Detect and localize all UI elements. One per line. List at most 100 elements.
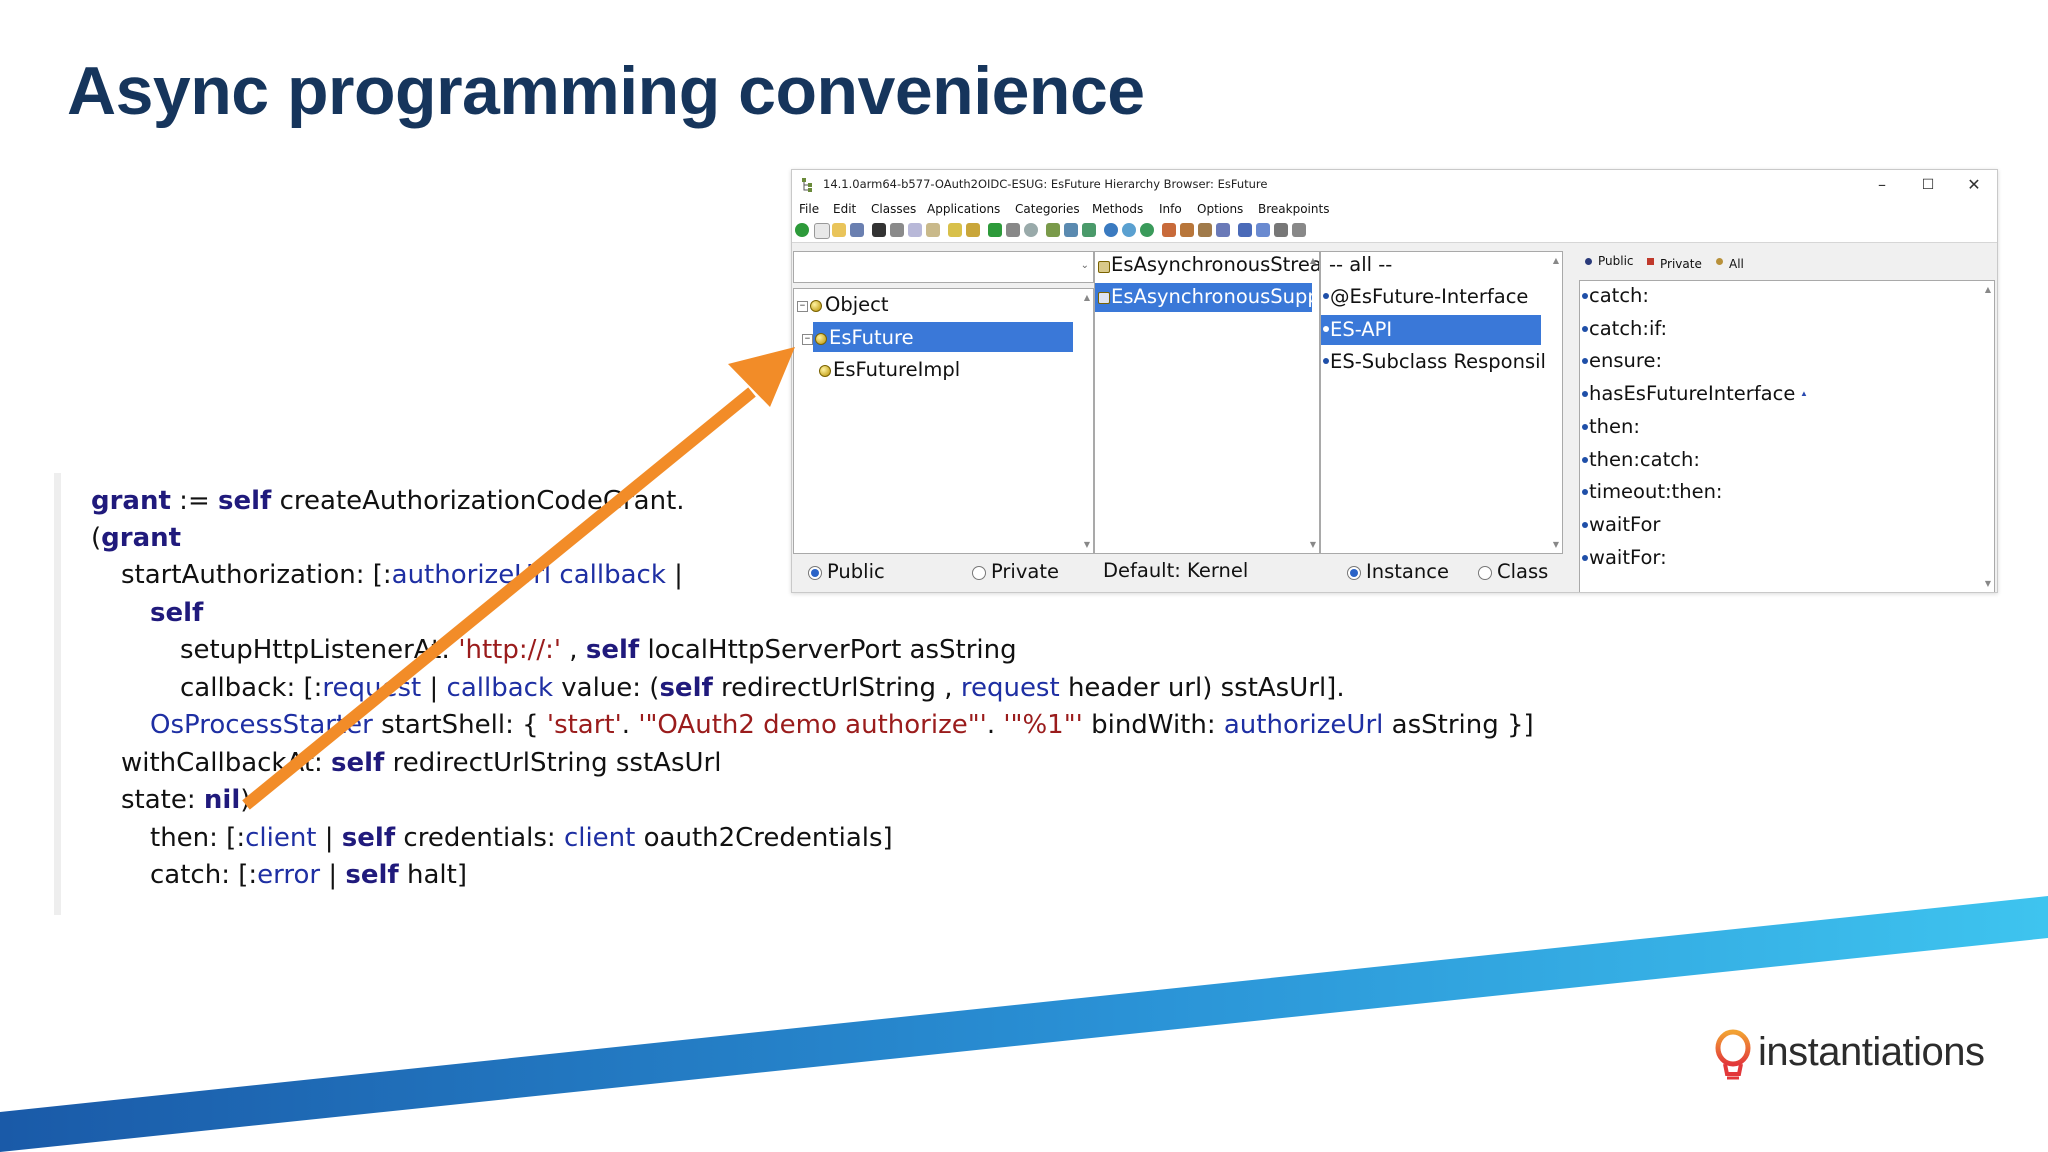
menu-breakpoints[interactable]: Breakpoints	[1258, 202, 1329, 216]
radio-public-label: Public	[827, 560, 885, 583]
cut-icon[interactable]	[890, 223, 904, 237]
run-icon[interactable]	[795, 223, 809, 237]
app-footer-label: Default: Kernel	[1103, 559, 1249, 582]
scroll-up-icon[interactable]: ▲	[1084, 293, 1090, 302]
maximize-button[interactable]: ☐	[1905, 170, 1951, 200]
code-token: |	[320, 860, 346, 890]
hierarchy-browser-window[interactable]: 14.1.0arm64-b577-OAuth2OIDC-ESUG: EsFutu…	[791, 169, 1998, 593]
references-icon[interactable]	[1082, 223, 1096, 237]
method-item[interactable]: then:catch:	[1589, 448, 1700, 471]
code-token: asString }]	[1383, 710, 1534, 740]
category-item-all[interactable]: -- all --	[1329, 253, 1392, 276]
tab-all[interactable]: All	[1729, 257, 1744, 271]
code-token: |	[665, 560, 683, 590]
method-item[interactable]: then:	[1589, 415, 1640, 438]
new-icon[interactable]	[814, 223, 830, 239]
code-token: :=	[170, 486, 218, 516]
radio-public[interactable]	[808, 566, 822, 580]
font-icon[interactable]	[1238, 223, 1252, 237]
menu-edit[interactable]: Edit	[833, 202, 856, 216]
method-item[interactable]: catch:if:	[1589, 317, 1667, 340]
scroll-down-icon[interactable]: ▼	[1985, 579, 1991, 588]
code-token: value: (	[553, 673, 660, 703]
save-icon[interactable]	[850, 223, 864, 237]
method-item[interactable]: catch:	[1589, 284, 1649, 307]
method-item[interactable]: ensure:	[1589, 349, 1662, 372]
code-token: '"OAuth2 demo authorize"'	[638, 710, 987, 740]
refresh-icon[interactable]	[1140, 223, 1154, 237]
hierarchy-icon[interactable]	[1064, 223, 1078, 237]
paste-icon[interactable]	[926, 223, 940, 237]
users-icon[interactable]	[1274, 223, 1288, 237]
code-token: .	[986, 710, 1004, 740]
open-folder-icon[interactable]	[832, 223, 846, 237]
inspect-icon[interactable]	[1122, 223, 1136, 237]
collapse-icon[interactable]: −	[797, 301, 808, 312]
menu-methods[interactable]: Methods	[1092, 202, 1143, 216]
copy-icon[interactable]	[908, 223, 922, 237]
hierarchy-browser-icon	[802, 178, 812, 192]
search-icon[interactable]	[1024, 223, 1038, 237]
menu-classes[interactable]: Classes	[871, 202, 916, 216]
minimize-button[interactable]: –	[1859, 170, 1905, 200]
method-item[interactable]: waitFor:	[1589, 546, 1667, 569]
scroll-up-icon[interactable]: ▲	[1553, 256, 1559, 265]
category-item-interface[interactable]: @EsFuture-Interface	[1330, 285, 1528, 308]
category-item-es-api[interactable]: ES-API	[1330, 318, 1392, 341]
class-item-object[interactable]: Object	[825, 293, 889, 316]
method-list[interactable]: catch: catch:if: ensure: hasEsFutureInterfa…	[1579, 280, 1995, 592]
class-filter-combo[interactable]: ⌄	[793, 251, 1094, 283]
category-icon[interactable]	[1198, 223, 1212, 237]
category-list[interactable]: -- all -- @EsFuture-Interface ES-API ES-…	[1320, 251, 1563, 554]
radio-private[interactable]	[972, 566, 986, 580]
format-icon[interactable]	[1256, 223, 1270, 237]
goto-icon[interactable]	[1006, 223, 1020, 237]
tab-private[interactable]: Private	[1660, 257, 1702, 271]
scroll-up-icon[interactable]: ▲	[1985, 285, 1991, 294]
class-icon[interactable]	[1162, 223, 1176, 237]
class-item-esfuture[interactable]: EsFuture	[829, 326, 914, 349]
method-item[interactable]: waitFor	[1589, 513, 1660, 536]
application-icon[interactable]	[1216, 223, 1230, 237]
class-item-esfutureimpl[interactable]: EsFutureImpl	[833, 358, 960, 381]
code-line: grant := self createAuthorizationCodeGra…	[91, 484, 685, 518]
print-icon[interactable]	[872, 223, 886, 237]
menu-file[interactable]: File	[799, 202, 819, 216]
app-item-esasynchronousstrea[interactable]: EsAsynchronousStrea	[1111, 253, 1319, 276]
execute-icon[interactable]	[988, 223, 1002, 237]
method-icon[interactable]	[1180, 223, 1194, 237]
radio-instance[interactable]	[1347, 566, 1361, 580]
code-token: oauth2Credentials]	[635, 823, 893, 853]
app-item-esasynchronoussupp[interactable]: EsAsynchronousSupp	[1111, 285, 1319, 308]
scroll-up-icon[interactable]: ▲	[1310, 256, 1316, 265]
group-icon[interactable]	[1292, 223, 1306, 237]
method-item[interactable]: timeout:then:	[1589, 480, 1723, 503]
code-token: withCallbackAt:	[121, 748, 332, 778]
tab-public[interactable]: Public	[1598, 254, 1634, 268]
scroll-down-icon[interactable]: ▼	[1310, 540, 1316, 549]
undo-icon[interactable]	[948, 223, 962, 237]
window-titlebar[interactable]: 14.1.0arm64-b577-OAuth2OIDC-ESUG: EsFutu…	[792, 170, 1997, 200]
chevron-down-icon[interactable]: ⌄	[1081, 260, 1089, 271]
code-token: redirectUrlString ,	[712, 673, 961, 703]
application-list[interactable]: EsAsynchronousStrea EsAsynchronousSupp ▲…	[1094, 251, 1320, 554]
code-token: header url) sstAsUrl].	[1059, 673, 1345, 703]
scroll-down-icon[interactable]: ▼	[1553, 540, 1559, 549]
code-token: nil	[203, 785, 241, 815]
debug-icon[interactable]	[1046, 223, 1060, 237]
method-item[interactable]: hasEsFutureInterface	[1589, 382, 1795, 405]
redo-icon[interactable]	[966, 223, 980, 237]
category-item-subclass[interactable]: ES-Subclass Responsil	[1330, 350, 1546, 373]
menu-options[interactable]: Options	[1197, 202, 1243, 216]
menu-categories[interactable]: Categories	[1015, 202, 1080, 216]
menu-info[interactable]: Info	[1159, 202, 1182, 216]
scroll-down-icon[interactable]: ▼	[1084, 540, 1090, 549]
collapse-icon[interactable]: −	[802, 334, 813, 345]
globe-icon[interactable]	[1104, 223, 1118, 237]
radio-class[interactable]	[1478, 566, 1492, 580]
class-hierarchy-list[interactable]: − Object − EsFuture EsFutureImpl ▲ ▼	[793, 288, 1094, 554]
code-token: credentials:	[395, 823, 564, 853]
menu-applications[interactable]: Applications	[927, 202, 1000, 216]
close-button[interactable]: ✕	[1951, 170, 1997, 200]
code-line: callback: [:request | callback value: (s…	[180, 671, 1345, 705]
